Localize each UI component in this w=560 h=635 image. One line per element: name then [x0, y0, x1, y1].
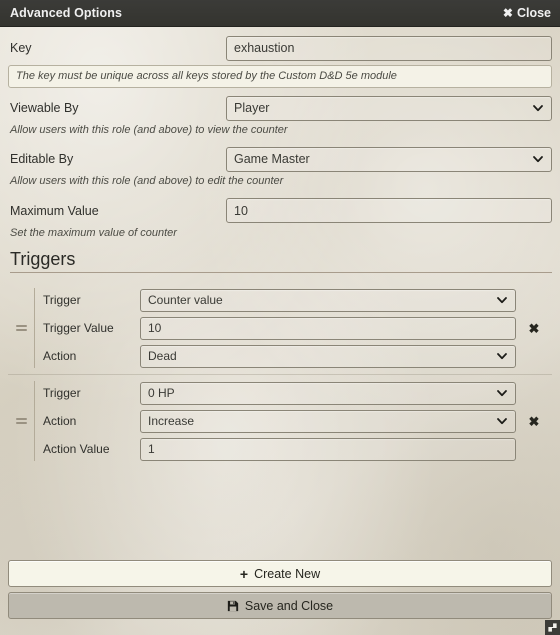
drag-handle[interactable] [8, 288, 34, 368]
action-value-label: Action Value [43, 442, 110, 457]
action-select[interactable]: Increase [140, 409, 516, 433]
drag-handle[interactable] [8, 381, 34, 461]
action-select[interactable]: Dead [140, 344, 516, 368]
dialog-title: Advanced Options [10, 6, 123, 20]
editable-by-value: Game Master [234, 152, 310, 167]
chevron-down-icon [497, 351, 507, 361]
key-row: Key exhaustion [8, 35, 552, 61]
delete-trigger-cell: ✖ [516, 320, 552, 337]
delete-trigger-button[interactable]: ✖ [525, 413, 544, 430]
editable-by-label: Editable By [10, 152, 74, 167]
maximum-value-hint: Set the maximum value of counter [10, 226, 177, 239]
trigger-group: Trigger 0 HP Action Increase Action Valu… [8, 375, 552, 467]
trigger-type-row: Trigger Counter value [43, 288, 516, 312]
editable-by-row: Editable By Game Master [8, 146, 552, 172]
resize-handle[interactable] [545, 620, 560, 635]
chevron-down-icon [497, 416, 507, 426]
create-new-button[interactable]: + Create New [8, 560, 552, 587]
dialog-footer: + Create New Save and Close [8, 560, 552, 619]
chevron-down-icon [533, 154, 543, 164]
chevron-down-icon [533, 103, 543, 113]
advanced-options-dialog: Advanced Options ✖ Close Key exhaustion … [0, 0, 560, 635]
trigger-select[interactable]: 0 HP [140, 381, 516, 405]
trigger-value-label: Trigger Value [43, 321, 114, 336]
viewable-by-row: Viewable By Player [8, 95, 552, 121]
trigger-value-input[interactable]: 10 [140, 316, 516, 340]
trigger-type-row: Trigger 0 HP [43, 381, 516, 405]
action-value: Increase [148, 414, 195, 429]
floppy-disk-icon [227, 600, 239, 612]
dialog-titlebar: Advanced Options ✖ Close [0, 0, 560, 27]
trigger-value: Counter value [148, 293, 223, 308]
viewable-by-label: Viewable By [10, 101, 79, 116]
chevron-down-icon [497, 295, 507, 305]
close-x-icon: ✖ [502, 6, 513, 20]
action-value: Dead [148, 349, 177, 364]
action-value-row: Action Value 1 [43, 437, 516, 461]
trigger-group: Trigger Counter value Trigger Value 10 A… [8, 282, 552, 376]
editable-by-hint: Allow users with this role (and above) t… [10, 175, 284, 188]
delete-trigger-button[interactable]: ✖ [525, 320, 544, 337]
chevron-down-icon [497, 388, 507, 398]
key-label: Key [10, 41, 32, 55]
maximum-value-row: Maximum Value 10 [8, 198, 552, 224]
maximum-value-input[interactable]: 10 [226, 198, 552, 224]
viewable-by-value: Player [234, 101, 270, 116]
create-new-label: Create New [254, 566, 321, 581]
triggers-heading: Triggers [10, 249, 552, 274]
key-hint: The key must be unique across all keys s… [8, 65, 552, 89]
action-label: Action [43, 414, 77, 429]
trigger-select[interactable]: Counter value [140, 288, 516, 312]
trigger-action-row: Action Increase [43, 409, 516, 433]
action-label: Action [43, 349, 77, 364]
trigger-value: 0 HP [148, 386, 175, 401]
trigger-label: Trigger [43, 293, 81, 308]
triggers-list: Trigger Counter value Trigger Value 10 A… [8, 282, 552, 467]
action-value-input[interactable]: 1 [140, 437, 516, 461]
viewable-by-hint: Allow users with this role (and above) t… [10, 124, 288, 137]
trigger-action-row: Action Dead [43, 344, 516, 368]
key-input[interactable]: exhaustion [226, 35, 552, 61]
close-button[interactable]: ✖ Close [503, 6, 551, 20]
save-and-close-button[interactable]: Save and Close [8, 592, 552, 619]
trigger-label: Trigger [43, 386, 81, 401]
maximum-value-label: Maximum Value [10, 203, 99, 218]
trigger-fields: Trigger 0 HP Action Increase Action Valu… [34, 381, 516, 462]
editable-by-select[interactable]: Game Master [226, 146, 552, 172]
viewable-by-select[interactable]: Player [226, 95, 552, 121]
trigger-value-row: Trigger Value 10 [43, 316, 516, 340]
delete-trigger-cell: ✖ [516, 413, 552, 430]
drag-handle-icon [15, 416, 27, 426]
trigger-fields: Trigger Counter value Trigger Value 10 A… [34, 288, 516, 369]
save-and-close-label: Save and Close [244, 598, 334, 613]
close-button-label: Close [516, 6, 551, 20]
drag-handle-icon [15, 323, 27, 333]
plus-icon: + [239, 565, 249, 582]
dialog-content: Key exhaustion The key must be unique ac… [0, 27, 560, 635]
